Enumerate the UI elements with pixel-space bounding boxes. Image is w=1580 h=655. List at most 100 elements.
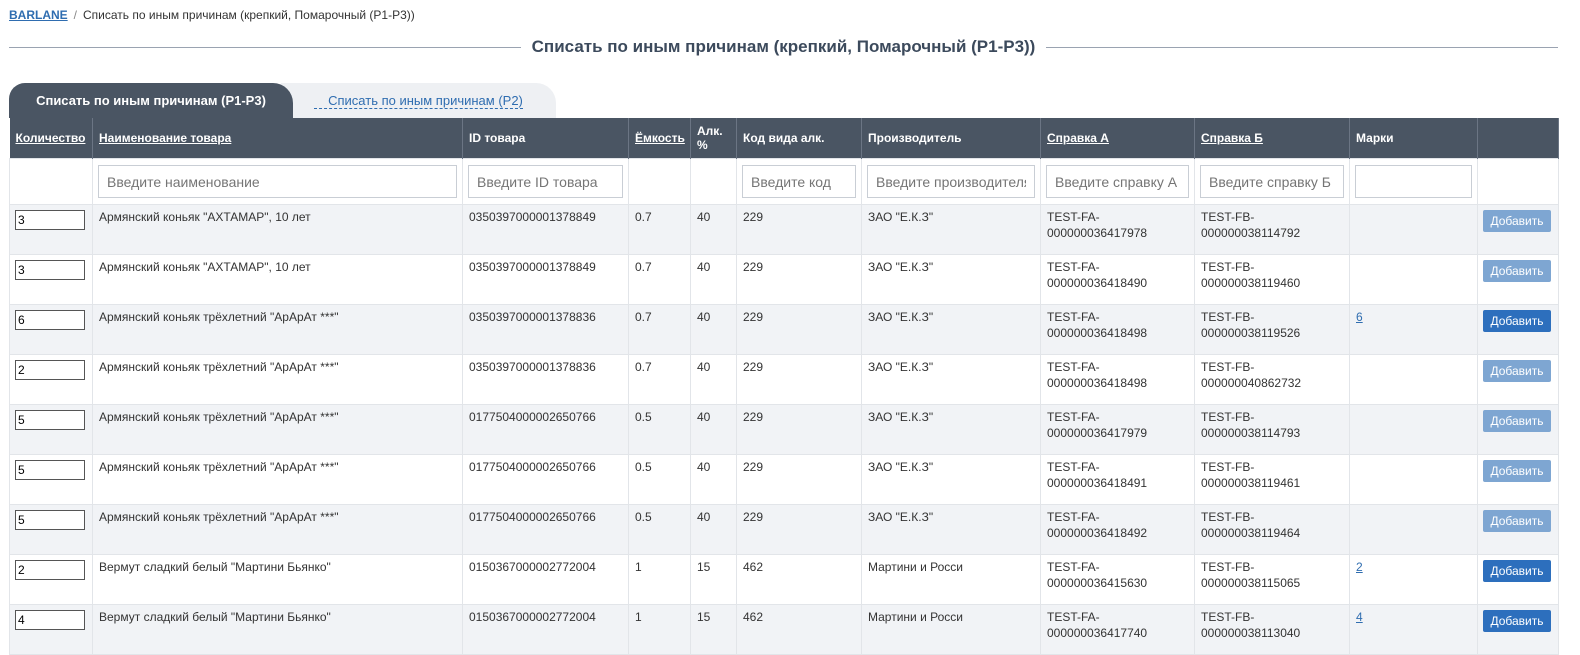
add-button[interactable]: Добавить <box>1483 610 1551 632</box>
marks-cell: 2 <box>1349 554 1478 605</box>
qty-input[interactable] <box>15 610 85 630</box>
qty-input[interactable] <box>15 260 85 280</box>
filter-cell-volume <box>628 158 691 205</box>
marks-link[interactable]: 4 <box>1356 610 1363 624</box>
qty-input[interactable] <box>15 560 85 580</box>
filter-cell-producer <box>861 158 1041 205</box>
marks-cell <box>1349 404 1478 455</box>
qty-cell <box>9 504 93 555</box>
add-button[interactable]: Добавить <box>1483 210 1551 232</box>
filter-row <box>9 158 1559 205</box>
tab-p2-label[interactable]: Списать по иным причинам (P2) <box>314 93 523 109</box>
product-id: 0150367000002772004 <box>462 604 629 655</box>
product-code: 229 <box>736 504 862 555</box>
table-row: Армянский коньяк трёхлетний "АрАрАт ***"… <box>9 354 1559 405</box>
column-header-qty[interactable]: Количество <box>9 118 93 159</box>
filter-cell-ref-a <box>1040 158 1195 205</box>
tab-bar: Списать по иным причинам (P1-P3) Списать… <box>9 83 569 118</box>
tab-p2[interactable]: Списать по иным причинам (P2) <box>281 83 556 118</box>
qty-input[interactable] <box>15 360 85 380</box>
product-alc: 40 <box>690 304 737 355</box>
product-code: 229 <box>736 254 862 305</box>
table-row: Армянский коньяк трёхлетний "АрАрАт ***"… <box>9 404 1559 455</box>
tab-p1-p3-label: Списать по иным причинам (P1-P3) <box>36 93 266 108</box>
filter-cell-name <box>92 158 463 205</box>
product-id: 0150367000002772004 <box>462 554 629 605</box>
add-button[interactable]: Добавить <box>1483 460 1551 482</box>
ref-b-prefix: TEST-FB- <box>1201 310 1255 324</box>
marks-cell <box>1349 354 1478 405</box>
product-code: 462 <box>736 554 862 605</box>
qty-input[interactable] <box>15 310 85 330</box>
product-volume: 0.5 <box>628 404 691 455</box>
qty-input[interactable] <box>15 210 85 230</box>
add-button[interactable]: Добавить <box>1483 310 1551 332</box>
ref-b-prefix: TEST-FB- <box>1201 210 1255 224</box>
actions-cell: Добавить <box>1477 604 1559 655</box>
ref-b-number: 000000038119464 <box>1201 526 1301 540</box>
filter-code-input[interactable] <box>742 165 856 198</box>
title-divider-right <box>1046 46 1559 48</box>
filter-ref-b-input[interactable] <box>1200 165 1344 198</box>
add-button[interactable]: Добавить <box>1483 560 1551 582</box>
ref-b-cell: TEST-FB- 000000038115065 <box>1194 554 1350 605</box>
ref-b-prefix: TEST-FB- <box>1201 460 1255 474</box>
filter-name-input[interactable] <box>98 165 457 198</box>
ref-a-cell: TEST-FA- 000000036418498 <box>1040 354 1195 405</box>
marks-cell <box>1349 204 1478 255</box>
product-producer: Мартини и Росси <box>861 604 1041 655</box>
breadcrumb: BARLANE / Списать по иным причинам (крепки… <box>9 8 415 22</box>
table-row: Армянский коньяк трёхлетний "АрАрАт ***"… <box>9 304 1559 355</box>
qty-cell <box>9 554 93 605</box>
add-button[interactable]: Добавить <box>1483 410 1551 432</box>
actions-cell: Добавить <box>1477 254 1559 305</box>
add-button[interactable]: Добавить <box>1483 260 1551 282</box>
ref-b-number: 000000038114793 <box>1201 426 1301 440</box>
actions-cell: Добавить <box>1477 554 1559 605</box>
filter-cell-id <box>462 158 629 205</box>
ref-b-prefix: TEST-FB- <box>1201 510 1255 524</box>
qty-input[interactable] <box>15 460 85 480</box>
column-header-ref-a[interactable]: Справка А <box>1040 118 1195 159</box>
marks-link[interactable]: 2 <box>1356 560 1363 574</box>
ref-b-cell: TEST-FB- 000000038119464 <box>1194 504 1350 555</box>
product-volume: 0.7 <box>628 354 691 405</box>
product-producer: ЗАО "Е.К.З" <box>861 404 1041 455</box>
table-row: Армянский коньяк "АХТАМАР", 10 лет 03503… <box>9 254 1559 305</box>
column-header-alc: Алк. % <box>690 118 737 159</box>
actions-cell: Добавить <box>1477 504 1559 555</box>
filter-ref-a-input[interactable] <box>1046 165 1189 198</box>
filter-marks-input[interactable] <box>1355 165 1472 198</box>
breadcrumb-home-link[interactable]: BARLANE <box>9 8 68 22</box>
filter-id-input[interactable] <box>468 165 623 198</box>
product-alc: 40 <box>690 454 737 505</box>
product-alc: 40 <box>690 354 737 405</box>
product-code: 229 <box>736 454 862 505</box>
product-volume: 0.5 <box>628 454 691 505</box>
qty-input[interactable] <box>15 410 85 430</box>
tab-p1-p3[interactable]: Списать по иным причинам (P1-P3) <box>9 83 293 118</box>
ref-a-prefix: TEST-FA- <box>1047 610 1100 624</box>
ref-a-number: 000000036417979 <box>1047 426 1148 440</box>
column-header-ref-b[interactable]: Справка Б <box>1194 118 1350 159</box>
qty-input[interactable] <box>15 510 85 530</box>
filter-producer-input[interactable] <box>867 165 1035 198</box>
product-alc: 15 <box>690 554 737 605</box>
ref-a-prefix: TEST-FA- <box>1047 560 1100 574</box>
ref-a-cell: TEST-FA- 000000036415630 <box>1040 554 1195 605</box>
title-divider-left <box>9 46 521 48</box>
product-alc: 40 <box>690 504 737 555</box>
product-name: Армянский коньяк трёхлетний "АрАрАт ***" <box>92 404 463 455</box>
product-alc: 15 <box>690 604 737 655</box>
column-header-name[interactable]: Наименование товара <box>92 118 463 159</box>
column-header-volume[interactable]: Ёмкость <box>628 118 691 159</box>
add-button[interactable]: Добавить <box>1483 510 1551 532</box>
marks-link[interactable]: 6 <box>1356 310 1363 324</box>
add-button[interactable]: Добавить <box>1483 360 1551 382</box>
product-id: 0177504000002650766 <box>462 454 629 505</box>
product-alc: 40 <box>690 254 737 305</box>
table-row: Вермут сладкий белый "Мартини Бьянко" 01… <box>9 604 1559 655</box>
ref-b-number: 000000038119461 <box>1201 476 1301 490</box>
ref-a-number: 000000036417978 <box>1047 226 1148 240</box>
column-header-actions <box>1477 118 1559 159</box>
